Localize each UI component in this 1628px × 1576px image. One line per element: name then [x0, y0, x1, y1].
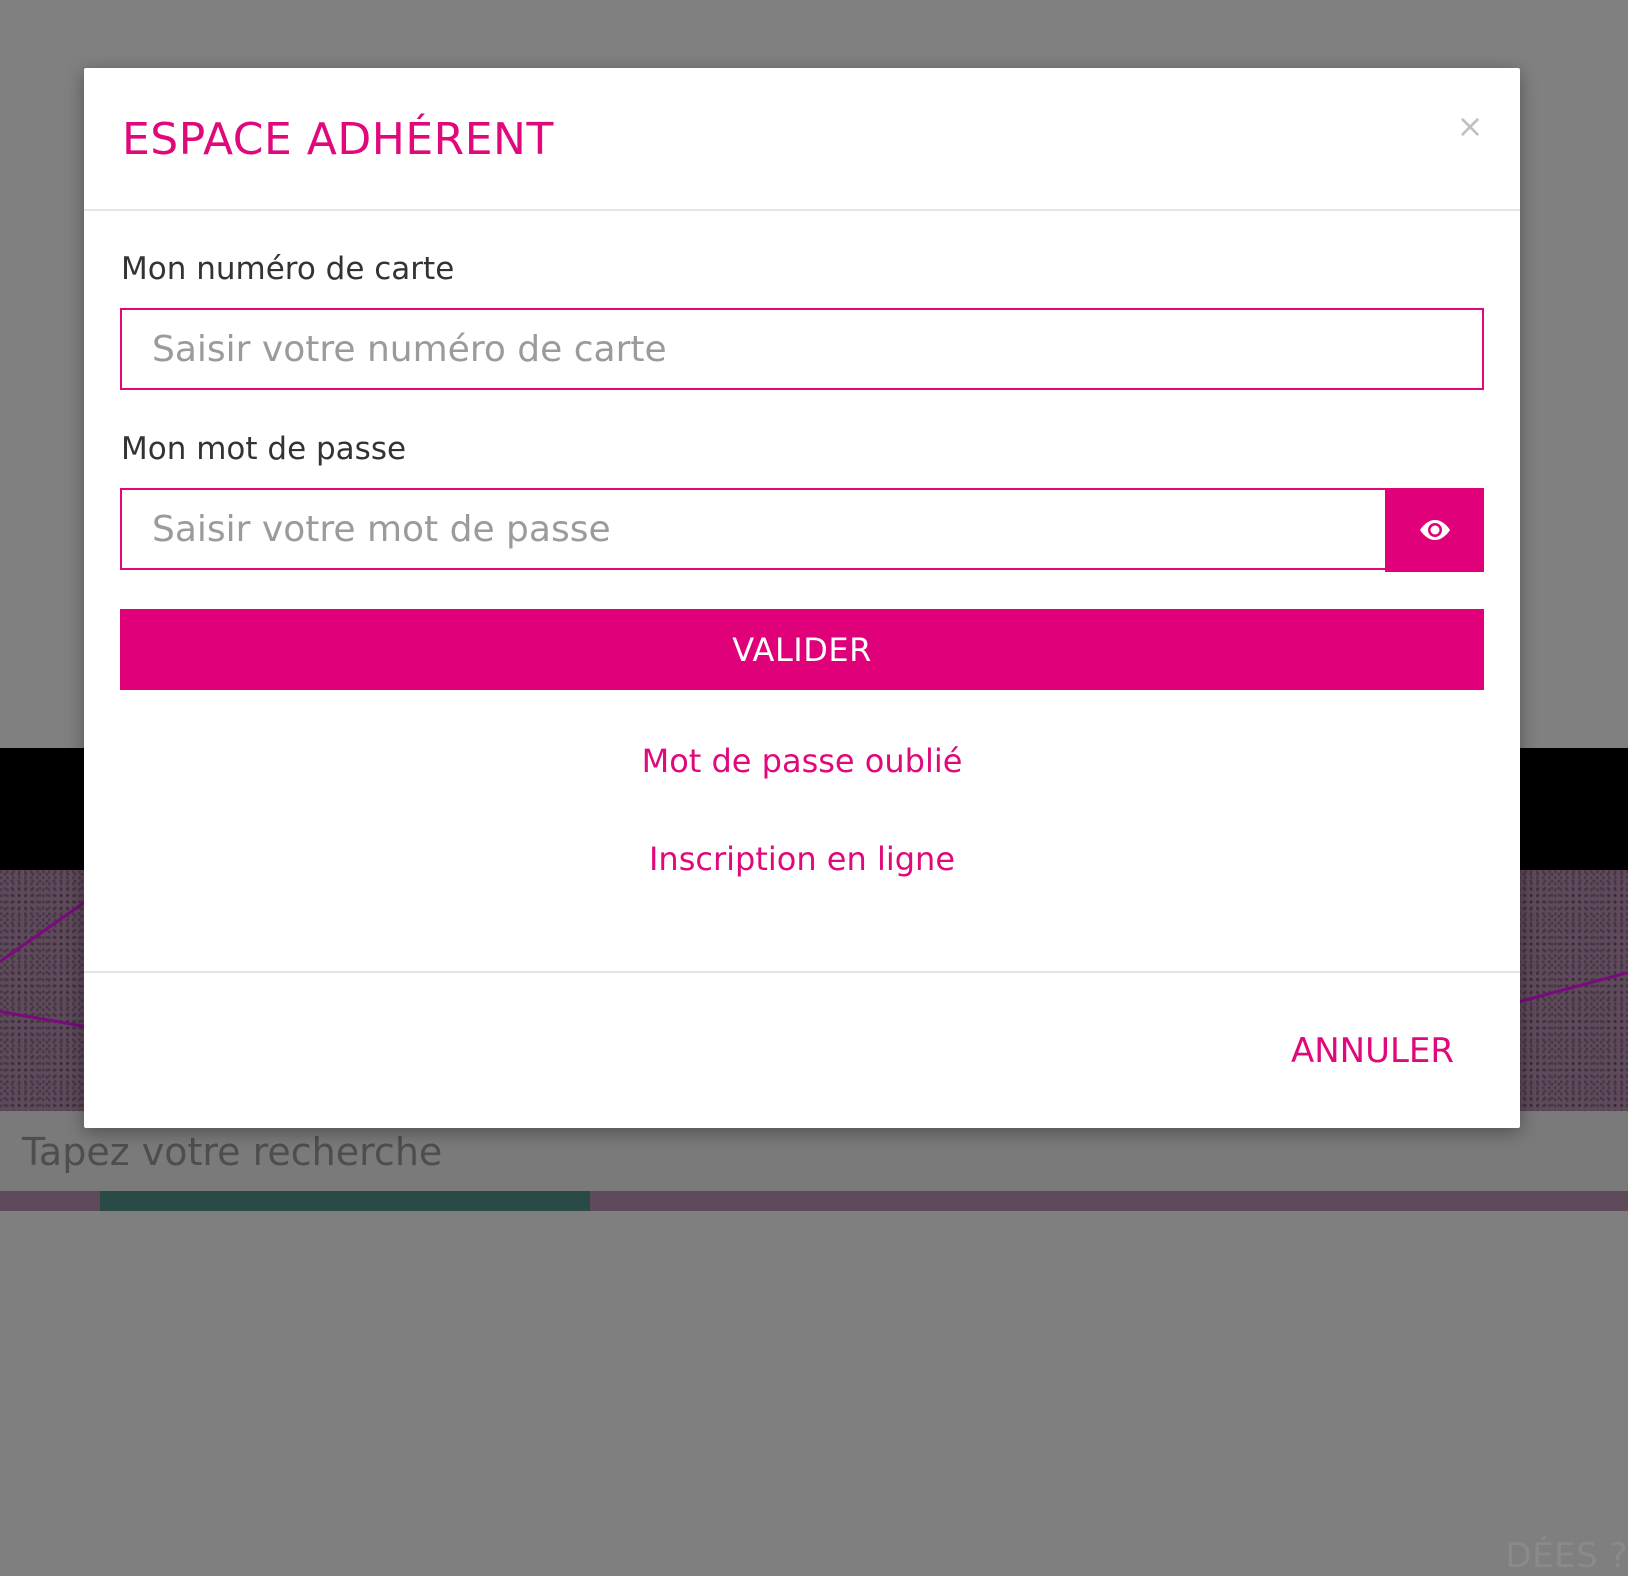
password-input[interactable] [120, 488, 1387, 570]
nav-band-text: DÉES ? [1505, 1536, 1628, 1576]
password-label: Mon mot de passe [121, 431, 407, 467]
banner-decor-line [1519, 968, 1628, 1003]
forgot-password-link[interactable]: Mot de passe oublié [84, 742, 1520, 780]
page-bottom-strip [0, 1191, 1628, 1211]
search-input-placeholder[interactable]: Tapez votre recherche [22, 1130, 442, 1174]
modal-footer: ANNULER [84, 971, 1520, 1130]
bottom-decor [0, 1191, 100, 1211]
modal-header: ESPACE ADHÉRENT × [84, 68, 1520, 211]
bottom-decor [590, 1191, 1628, 1211]
banner-decor-line [0, 1010, 89, 1029]
card-number-input[interactable] [120, 308, 1484, 390]
eye-icon [1419, 520, 1450, 540]
register-link[interactable]: Inscription en ligne [84, 840, 1520, 878]
close-icon[interactable]: × [1456, 110, 1484, 142]
modal-title: ESPACE ADHÉRENT [122, 114, 554, 165]
card-number-label: Mon numéro de carte [121, 251, 455, 287]
show-password-button[interactable] [1385, 488, 1484, 572]
cancel-button[interactable]: ANNULER [1291, 1031, 1454, 1071]
submit-button[interactable]: VALIDER [120, 609, 1484, 690]
login-modal: ESPACE ADHÉRENT × Mon numéro de carte Mo… [84, 68, 1520, 1128]
